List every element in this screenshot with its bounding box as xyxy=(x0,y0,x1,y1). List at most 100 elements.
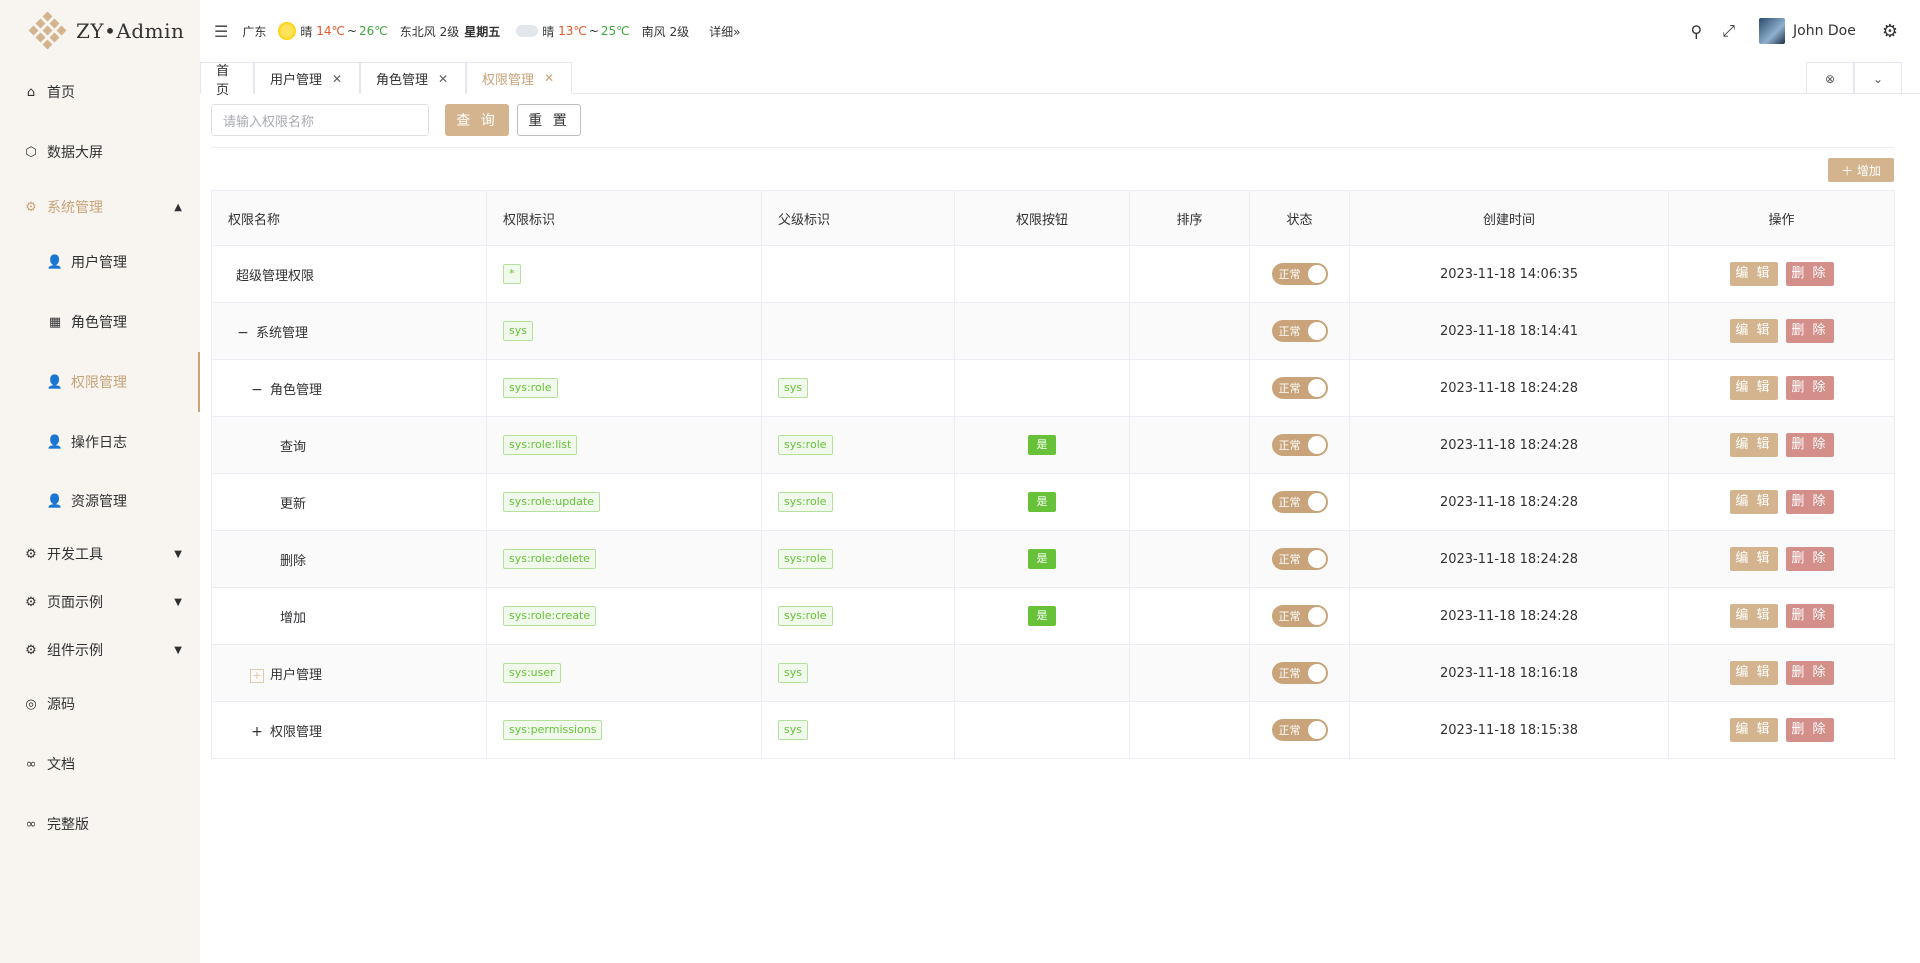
column-header[interactable]: 权限标识 xyxy=(486,190,762,246)
chevron-down-icon: ▼ xyxy=(174,644,182,656)
tab-permissions[interactable]: 权限管理 ✕ xyxy=(466,62,572,94)
delete-button[interactable]: 删 除 xyxy=(1785,547,1834,571)
query-button[interactable]: 查 询 xyxy=(445,104,509,136)
edit-button[interactable]: 编 辑 xyxy=(1729,490,1778,514)
search-input[interactable]: 请输入权限名称 xyxy=(211,104,429,136)
status-switch[interactable]: 正常 xyxy=(1271,491,1328,513)
code-tag: sys:role:list xyxy=(503,435,578,455)
collapse-icon[interactable]: − xyxy=(250,383,264,398)
cell-name: 更新 xyxy=(211,473,487,531)
fullscreen-icon[interactable]: ⤢ xyxy=(1722,21,1735,41)
sidebar-item-users[interactable]: 👤 用户管理 xyxy=(0,232,200,292)
sidebar-item-logs[interactable]: 👤 操作日志 xyxy=(0,412,200,472)
sidebar-item-data-screen[interactable]: ⬡ 数据大屏 xyxy=(0,122,200,182)
sidebar-item-system[interactable]: ⚙ 系统管理 ▲ xyxy=(0,182,200,232)
column-header[interactable]: 状态 xyxy=(1249,190,1350,246)
logo[interactable]: ZY•Admin xyxy=(0,0,200,62)
status-label: 正常 xyxy=(1278,667,1301,680)
switch-knob xyxy=(1307,664,1326,682)
close-icon[interactable]: ✕ xyxy=(332,72,342,86)
status-label: 正常 xyxy=(1278,268,1301,281)
column-header[interactable]: 创建时间 xyxy=(1349,190,1669,246)
gear-icon: ⚙ xyxy=(25,594,37,610)
column-header[interactable]: 权限名称 xyxy=(211,190,487,246)
sidebar-item-resources[interactable]: 👤 资源管理 xyxy=(0,472,200,530)
cell-time: 2023-11-18 14:06:35 xyxy=(1349,245,1669,303)
weather-low: 14℃ xyxy=(316,24,345,38)
screen-icon: ⬡ xyxy=(25,144,37,160)
status-switch[interactable]: 正常 xyxy=(1271,548,1328,570)
weather-weekday: 星期五 xyxy=(464,24,501,39)
table-row: 增加 sys:role:create sys:role 是 正常 2023-11-18 1… xyxy=(211,587,1895,645)
status-switch[interactable]: 正常 xyxy=(1271,263,1328,285)
user-name[interactable]: John Doe xyxy=(1793,23,1856,39)
edit-button[interactable]: 编 辑 xyxy=(1729,376,1778,400)
weather-detail-link[interactable]: 详细» xyxy=(709,23,740,40)
switch-knob xyxy=(1307,322,1326,340)
delete-button[interactable]: 删 除 xyxy=(1785,490,1834,514)
close-icon[interactable]: ✕ xyxy=(544,71,554,85)
sidebar-item-source[interactable]: ◎ 源码 xyxy=(0,674,200,734)
status-switch[interactable]: 正常 xyxy=(1271,434,1328,456)
cell-sort xyxy=(1129,473,1250,531)
expand-icon[interactable]: + xyxy=(250,725,264,740)
menu-fold-icon[interactable]: ☰ xyxy=(214,22,228,41)
delete-button[interactable]: 删 除 xyxy=(1785,262,1834,286)
edit-button[interactable]: 编 辑 xyxy=(1729,661,1778,685)
table-row: − 系统管理 sys 正常 2023-11-18 18:14:41 编 辑删 除 xyxy=(211,302,1895,360)
gear-icon[interactable]: ⚙ xyxy=(1882,21,1898,42)
edit-button[interactable]: 编 辑 xyxy=(1729,433,1778,457)
delete-button[interactable]: 删 除 xyxy=(1785,433,1834,457)
status-switch[interactable]: 正常 xyxy=(1271,377,1328,399)
chevron-down-icon[interactable]: ⌄ xyxy=(1854,62,1902,94)
add-button[interactable]: ＋ 增加 xyxy=(1828,158,1894,182)
sidebar-item-page-examples[interactable]: ⚙ 页面示例 ▼ xyxy=(0,578,200,626)
sidebar-item-full-version[interactable]: ∞ 完整版 xyxy=(0,794,200,854)
close-all-icon[interactable]: ⊗ xyxy=(1806,62,1854,94)
cell-status: 正常 xyxy=(1249,359,1350,417)
delete-button[interactable]: 删 除 xyxy=(1785,604,1834,628)
status-switch[interactable]: 正常 xyxy=(1271,719,1328,741)
tab-roles[interactable]: 角色管理 ✕ xyxy=(360,62,466,94)
cell-code: sys:user xyxy=(486,644,762,702)
status-switch[interactable]: 正常 xyxy=(1271,605,1328,627)
tab-label: 权限管理 xyxy=(482,72,535,88)
collapse-icon[interactable]: − xyxy=(236,326,250,341)
edit-button[interactable]: 编 辑 xyxy=(1729,718,1778,742)
parent-tag: sys:role xyxy=(778,606,833,626)
column-header[interactable]: 权限按钮 xyxy=(954,190,1130,246)
tab-users[interactable]: 用户管理 ✕ xyxy=(254,62,360,94)
delete-button[interactable]: 删 除 xyxy=(1785,319,1834,343)
sidebar-item-docs[interactable]: ∞ 文档 xyxy=(0,734,200,794)
sidebar-item-component-examples[interactable]: ⚙ 组件示例 ▼ xyxy=(0,626,200,674)
column-header[interactable]: 排序 xyxy=(1129,190,1250,246)
sidebar-item-roles[interactable]: ▦ 角色管理 xyxy=(0,292,200,352)
expand-icon[interactable]: + xyxy=(250,668,264,683)
cell-name: 增加 xyxy=(211,587,487,645)
sidebar-item-dev-tools[interactable]: ⚙ 开发工具 ▼ xyxy=(0,530,200,578)
edit-button[interactable]: 编 辑 xyxy=(1729,319,1778,343)
edit-button[interactable]: 编 辑 xyxy=(1729,604,1778,628)
delete-button[interactable]: 删 除 xyxy=(1785,718,1834,742)
reset-button[interactable]: 重 置 xyxy=(517,104,581,136)
chevron-up-icon: ▲ xyxy=(174,201,182,213)
cell-sort xyxy=(1129,644,1250,702)
edit-button[interactable]: 编 辑 xyxy=(1729,547,1778,571)
column-header[interactable]: 操作 xyxy=(1668,190,1895,246)
gear-icon: ⚙ xyxy=(25,546,37,562)
edit-button[interactable]: 编 辑 xyxy=(1729,262,1778,286)
status-switch[interactable]: 正常 xyxy=(1271,662,1328,684)
tab-home[interactable]: 首页 xyxy=(200,62,254,98)
sidebar-item-permissions[interactable]: 👤 权限管理 xyxy=(0,352,200,412)
sidebar-item-label: 资源管理 xyxy=(71,494,127,510)
close-icon[interactable]: ✕ xyxy=(438,72,448,86)
column-header[interactable]: 父级标识 xyxy=(761,190,955,246)
avatar[interactable] xyxy=(1759,18,1785,44)
sidebar-item-label: 源码 xyxy=(47,697,75,713)
sidebar-item-home[interactable]: ⌂ 首页 xyxy=(0,62,200,122)
cell-time: 2023-11-18 18:24:28 xyxy=(1349,587,1669,645)
status-switch[interactable]: 正常 xyxy=(1271,320,1328,342)
delete-button[interactable]: 删 除 xyxy=(1785,376,1834,400)
delete-button[interactable]: 删 除 xyxy=(1785,661,1834,685)
search-icon[interactable]: ⚲ xyxy=(1690,22,1702,41)
